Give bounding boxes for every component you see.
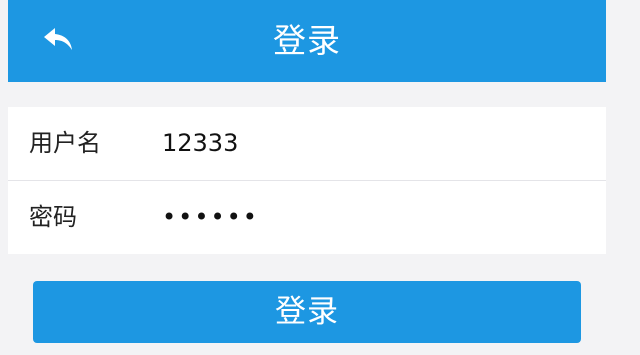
login-screen: 登录 用户名 12333 密码 •••••• 登录	[0, 0, 640, 355]
username-input[interactable]: 12333	[162, 107, 582, 180]
login-form-card: 用户名 12333 密码 ••••••	[8, 107, 606, 254]
password-row: 密码 ••••••	[8, 180, 606, 254]
login-button[interactable]: 登录	[33, 281, 581, 343]
username-row: 用户名 12333	[8, 107, 606, 180]
top-app-bar: 登录	[8, 0, 606, 82]
password-input[interactable]: ••••••	[162, 181, 582, 254]
username-label: 用户名	[29, 129, 101, 157]
page-title: 登录	[273, 21, 341, 60]
password-label: 密码	[29, 203, 77, 231]
